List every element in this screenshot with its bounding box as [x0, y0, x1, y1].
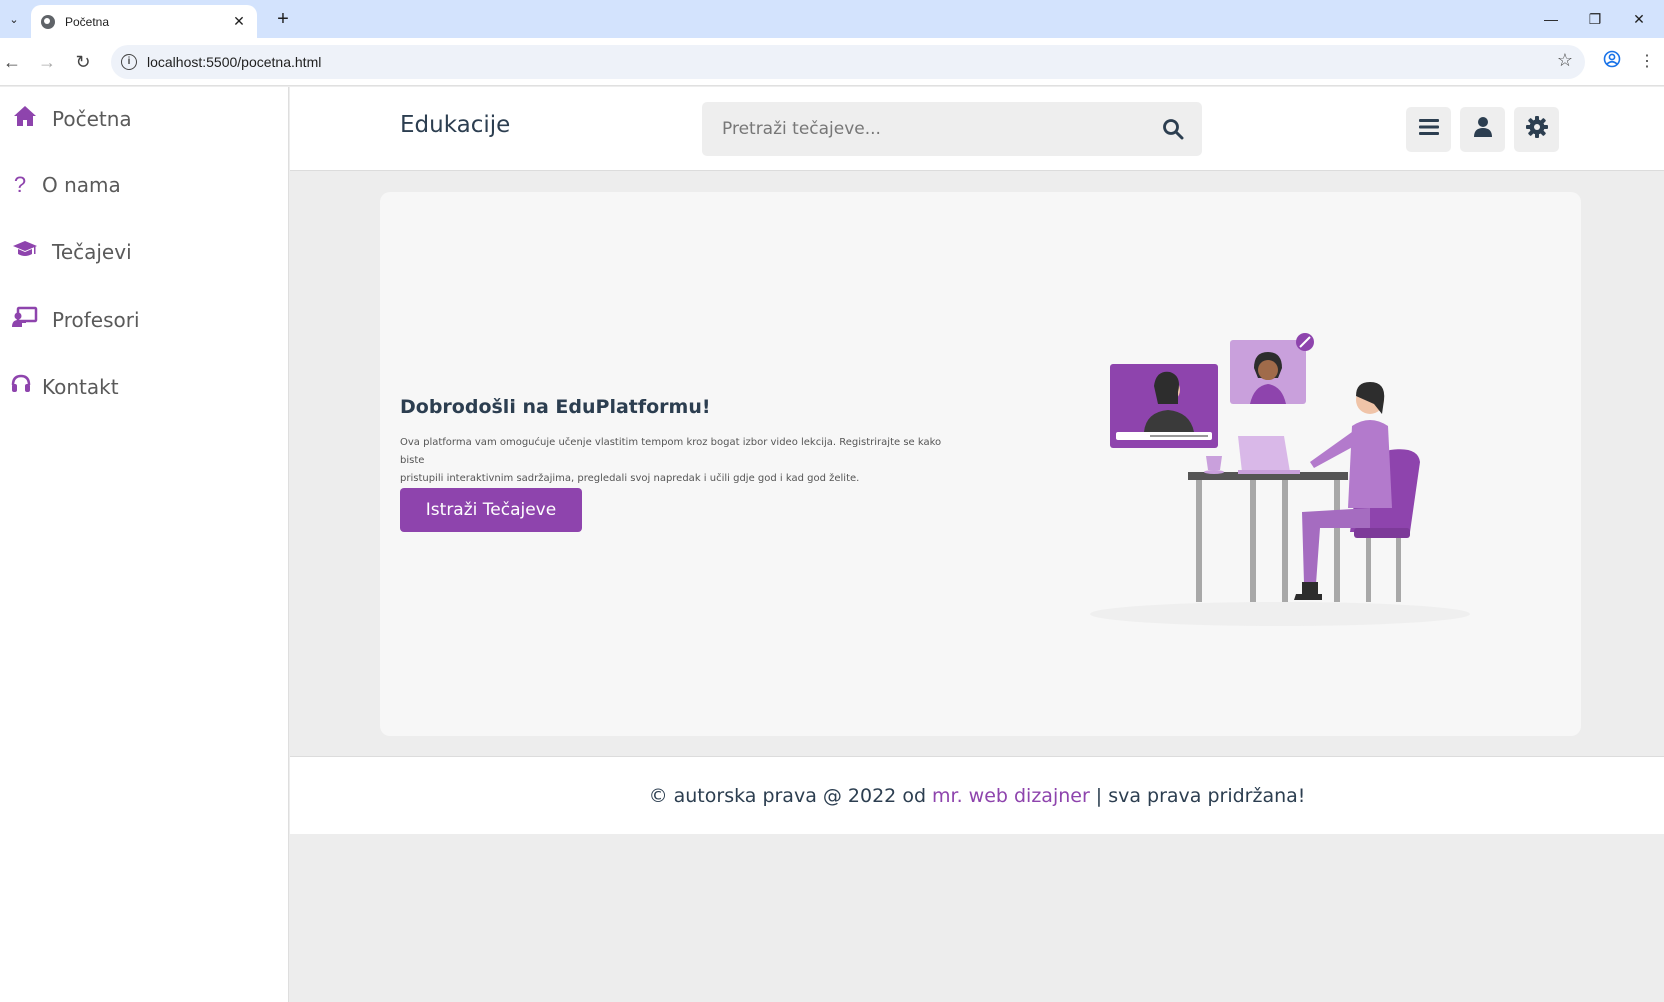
sidebar-item-label: O nama: [42, 173, 121, 197]
sidebar-item-label: Tečajevi: [52, 240, 132, 264]
close-window-icon[interactable]: ✕: [1624, 8, 1654, 30]
footer-copyright-prefix: © autorska prava @ 2022 od: [648, 784, 926, 807]
hero-description: Ova platforma vam omogućuje učenje vlast…: [400, 434, 965, 488]
sidebar-item-label: Profesori: [52, 308, 140, 332]
address-bar[interactable]: i localhost:5500/pocetna.html ☆: [111, 45, 1585, 79]
settings-button[interactable]: [1514, 107, 1559, 152]
search-box: [702, 102, 1202, 156]
tab-close-icon[interactable]: ✕: [231, 13, 247, 30]
search-icon[interactable]: [1162, 118, 1184, 140]
browser-toolbar: ← → ↻ i localhost:5500/pocetna.html ☆ ⋮: [0, 38, 1664, 86]
sidebar-item-profesori[interactable]: Profesori: [10, 306, 140, 334]
menu-button[interactable]: [1406, 107, 1451, 152]
hero-description-line: pristupili interaktivnim sadržajima, pre…: [400, 473, 860, 484]
footer-copyright-suffix: | sva prava pridržana!: [1095, 784, 1306, 807]
sidebar-item-pocetna[interactable]: Početna: [10, 105, 132, 133]
hero-title: Dobrodošli na EduPlatformu!: [400, 396, 711, 418]
question-icon: ?: [13, 172, 27, 197]
url-text: localhost:5500/pocetna.html: [147, 54, 322, 70]
sidebar-item-label: Kontakt: [42, 375, 119, 399]
user-icon: [1473, 116, 1493, 143]
home-icon: [10, 105, 40, 133]
user-button[interactable]: [1460, 107, 1505, 152]
minimize-icon[interactable]: —: [1536, 8, 1566, 30]
gear-icon: [1525, 116, 1548, 143]
online-learning-illustration: [1090, 333, 1470, 626]
tab-search-chevron-icon[interactable]: ⌄: [4, 8, 24, 30]
forward-icon[interactable]: →: [35, 50, 59, 74]
hero-description-line: Ova platforma vam omogućuje učenje vlast…: [400, 437, 942, 466]
sidebar-item-kontakt[interactable]: Kontakt: [10, 373, 119, 401]
headset-icon: [10, 373, 31, 401]
back-icon[interactable]: ←: [0, 50, 24, 74]
footer-author-link[interactable]: mr. web dizajner: [932, 785, 1090, 807]
new-tab-button[interactable]: +: [272, 8, 294, 30]
browser-tabstrip: ⌄ Početna ✕ + — ❐ ✕: [0, 0, 1664, 38]
site-info-icon[interactable]: i: [121, 54, 137, 70]
sidebar-item-label: Početna: [52, 107, 132, 131]
hero-section: Dobrodošli na EduPlatformu! Ova platform…: [380, 192, 1581, 736]
page-footer: © autorska prava @ 2022 od mr. web dizaj…: [290, 756, 1664, 834]
explore-courses-button[interactable]: Istraži Tečajeve: [400, 488, 582, 532]
bookmark-star-icon[interactable]: ☆: [1557, 50, 1573, 71]
sidebar: Početna ? O nama Tečajevi Profesori Kont…: [0, 87, 289, 1002]
site-logo[interactable]: Edukacije: [400, 112, 510, 138]
tab-title: Početna: [65, 14, 110, 29]
sidebar-item-o-nama[interactable]: ? O nama: [10, 172, 121, 198]
chalkboard-teacher-icon: [10, 306, 40, 334]
main-content: Dobrodošli na EduPlatformu! Ova platform…: [290, 172, 1664, 756]
sidebar-item-tecajevi[interactable]: Tečajevi: [10, 239, 132, 265]
profile-icon[interactable]: [1600, 50, 1624, 74]
restore-icon[interactable]: ❐: [1580, 8, 1610, 30]
graduation-cap-icon: [10, 239, 40, 265]
reload-icon[interactable]: ↻: [71, 50, 95, 74]
globe-icon: [41, 14, 55, 29]
page-header: Edukacije: [290, 87, 1664, 171]
browser-menu-icon[interactable]: ⋮: [1635, 50, 1659, 74]
browser-tab[interactable]: Početna ✕: [31, 5, 257, 38]
search-input[interactable]: [702, 102, 1142, 156]
bars-icon: [1418, 118, 1439, 141]
